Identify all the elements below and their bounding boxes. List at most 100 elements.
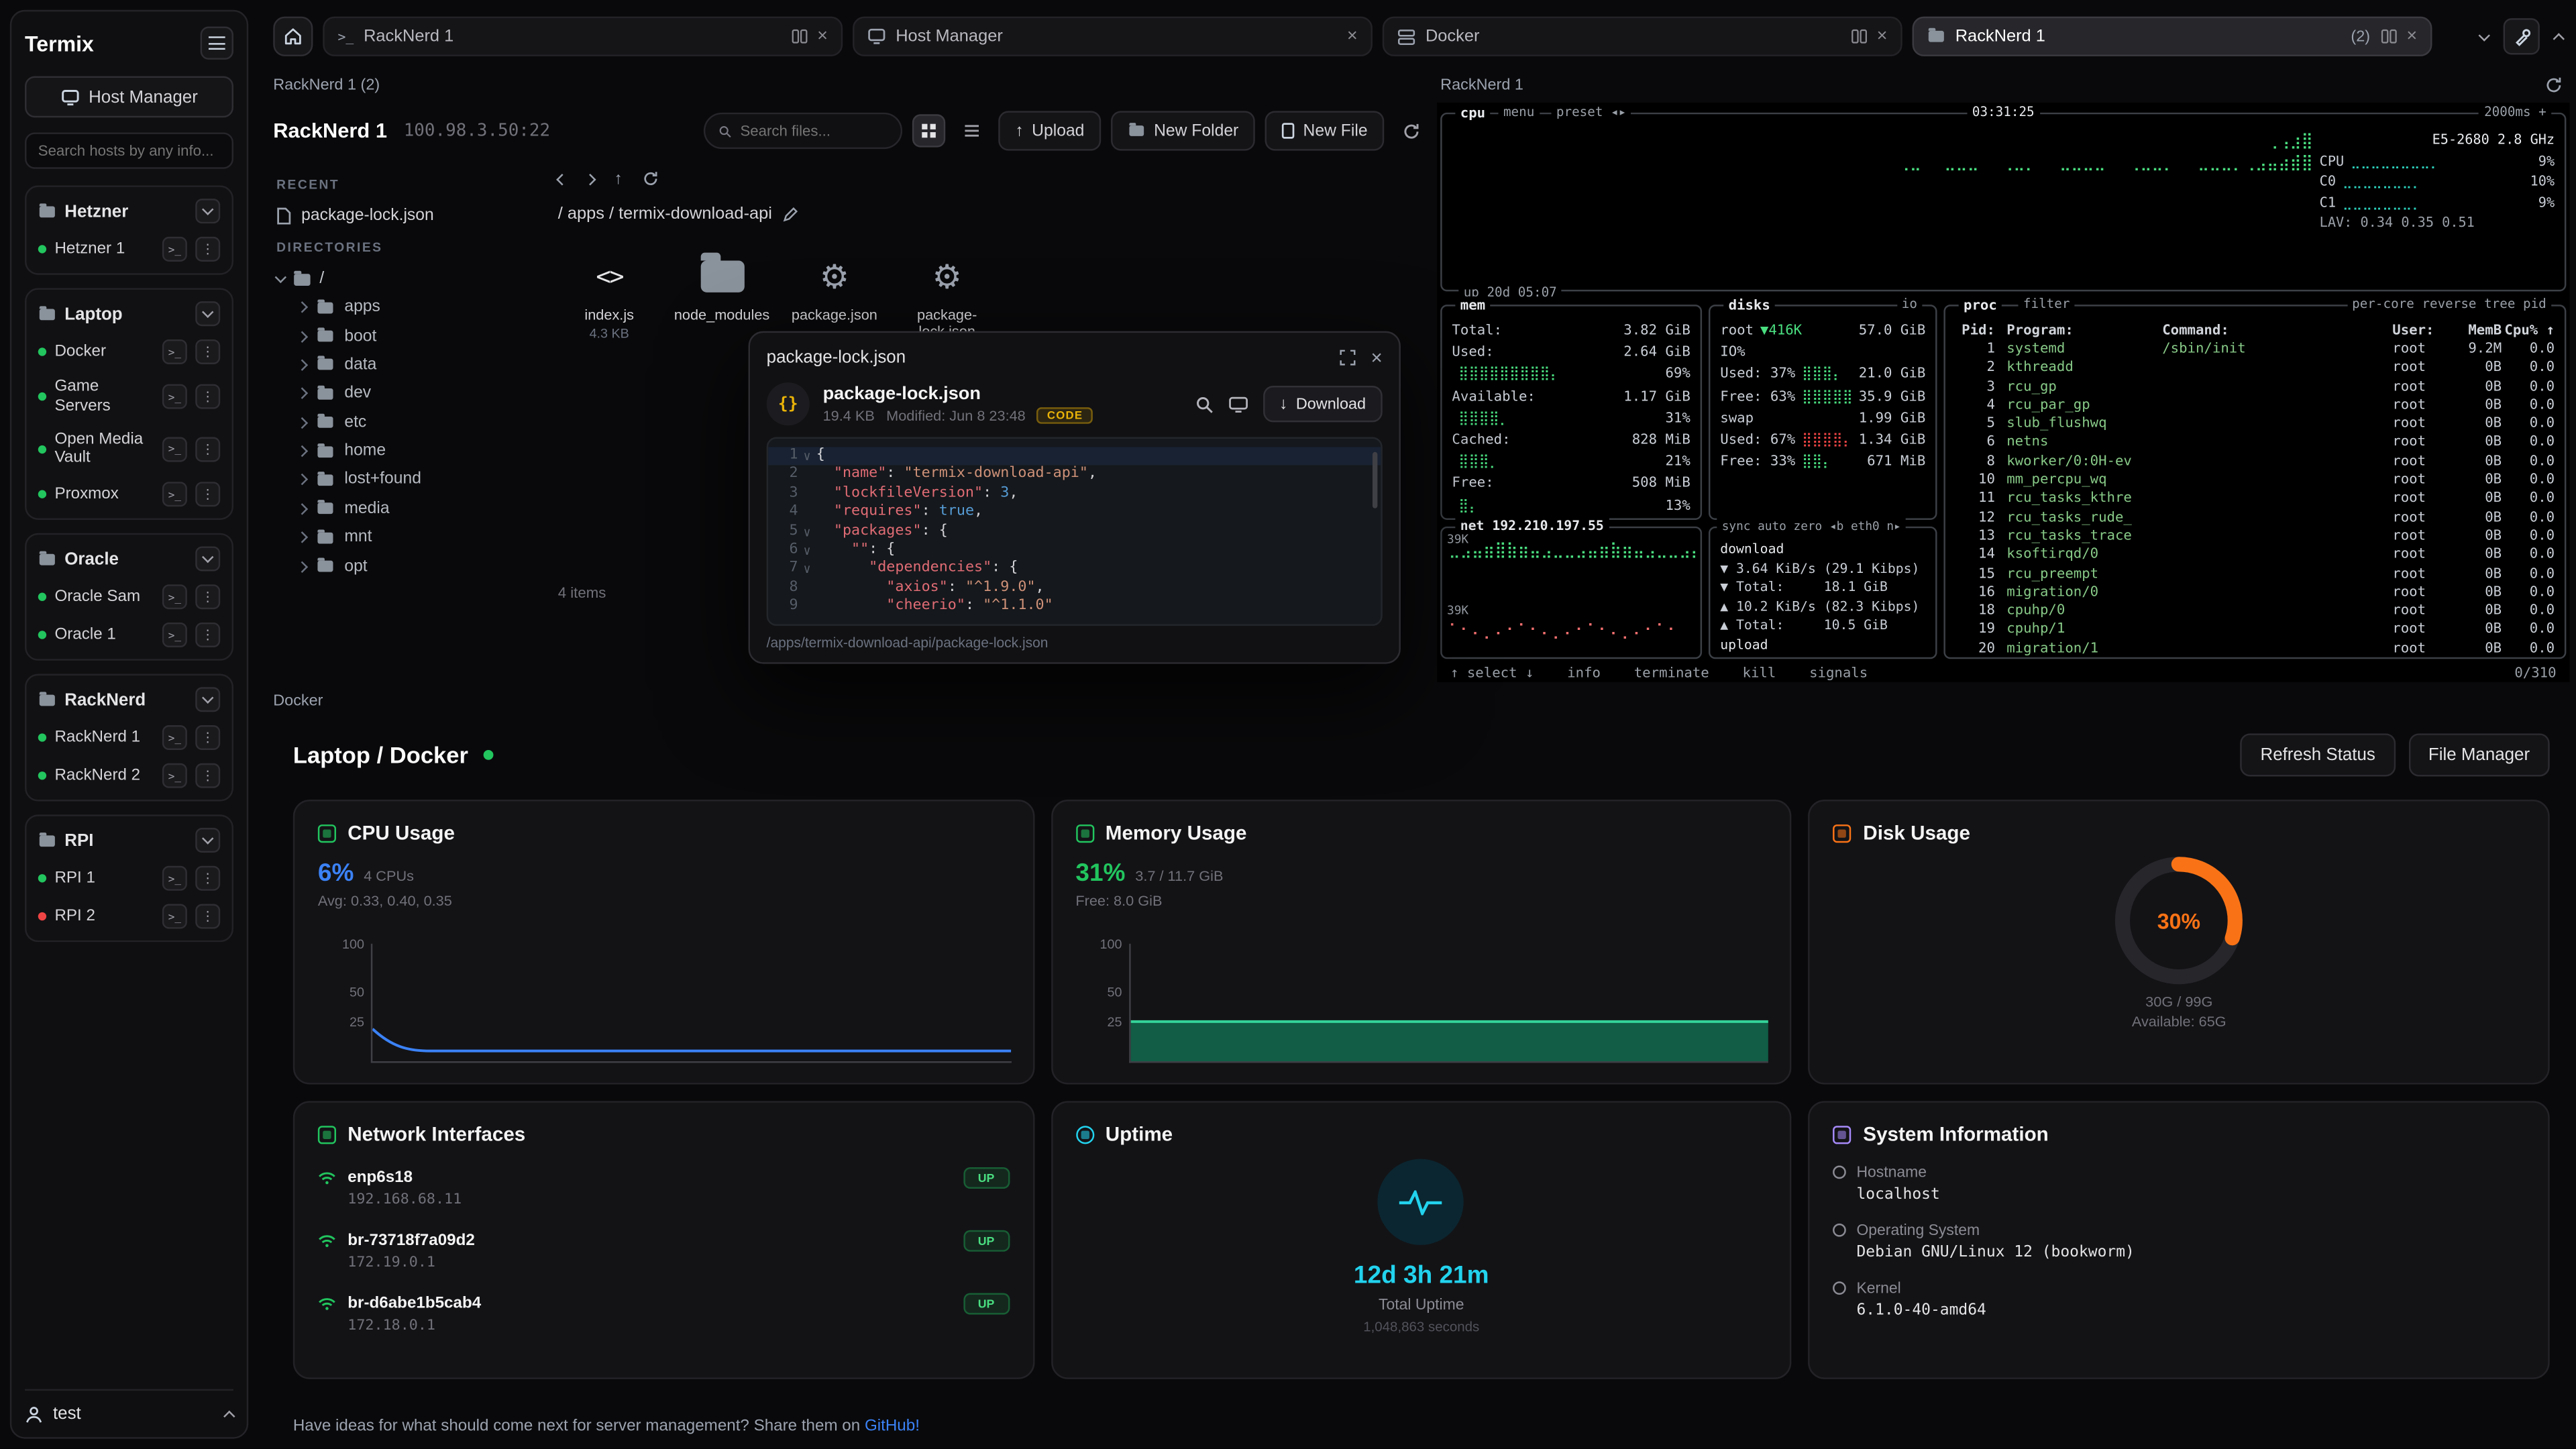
fold-icon[interactable]	[798, 466, 816, 485]
up-directory-icon[interactable]: ↑	[614, 170, 623, 188]
host-manager-button[interactable]: Host Manager	[25, 76, 233, 118]
open-in-editor-icon[interactable]	[1228, 395, 1248, 413]
fold-icon[interactable]: ∨	[798, 523, 816, 541]
code-preview[interactable]: 1 ∨ { 2 "name": "termix-download-api", 3	[767, 437, 1383, 626]
upload-button[interactable]: ↑ Upload	[999, 111, 1101, 150]
directory-item[interactable]: boot	[273, 322, 541, 351]
host-group-header[interactable]: Laptop	[32, 294, 227, 333]
host-item[interactable]: Open Media Vault >_ ⋮	[32, 423, 227, 476]
sidebar-footer[interactable]: test	[25, 1389, 233, 1424]
chevron-up-icon[interactable]	[2553, 33, 2565, 44]
directory-item[interactable]: lost+found	[273, 466, 541, 494]
fold-icon[interactable]	[798, 579, 816, 598]
directory-item[interactable]: etc	[273, 408, 541, 437]
fold-icon[interactable]	[798, 485, 816, 504]
host-group-header[interactable]: Hetzner	[32, 192, 227, 230]
host-terminal-button[interactable]: >_	[162, 584, 187, 609]
new-file-button[interactable]: New File	[1265, 111, 1384, 150]
directory-item[interactable]: home	[273, 437, 541, 466]
file-cell[interactable]: <> ⚙ package-lock.json	[902, 250, 991, 341]
home-button[interactable]	[273, 17, 313, 56]
collapse-group-button[interactable]	[195, 687, 220, 712]
collapse-group-button[interactable]	[195, 828, 220, 853]
host-terminal-button[interactable]: >_	[162, 482, 187, 506]
directory-item[interactable]: mnt	[273, 523, 541, 552]
host-item[interactable]: RackNerd 2 >_ ⋮	[32, 757, 227, 795]
sidebar-menu-button[interactable]	[201, 26, 233, 59]
host-group-header[interactable]: RackNerd	[32, 680, 227, 718]
file-cell[interactable]: <> ⚙ package.json	[790, 250, 879, 341]
directory-item[interactable]: dev	[273, 379, 541, 408]
refresh-icon[interactable]	[643, 170, 659, 187]
file-cell[interactable]: <> ⚙ node_modules	[677, 250, 766, 341]
host-terminal-button[interactable]: >_	[162, 725, 187, 750]
tab-docker[interactable]: Docker ×	[1383, 17, 1902, 56]
host-terminal-button[interactable]: >_	[162, 339, 187, 364]
host-terminal-button[interactable]: >_	[162, 904, 187, 929]
host-item[interactable]: RPI 2 >_ ⋮	[32, 898, 227, 936]
search-hosts-input[interactable]	[25, 132, 233, 168]
fold-icon[interactable]: ∨	[798, 447, 816, 466]
host-menu-button[interactable]: ⋮	[195, 623, 220, 647]
host-item[interactable]: Proxmox >_ ⋮	[32, 475, 227, 513]
fold-icon[interactable]	[798, 598, 816, 617]
fold-icon[interactable]	[798, 504, 816, 523]
tab-host-manager[interactable]: Host Manager ×	[853, 17, 1373, 56]
host-group-header[interactable]: Oracle	[32, 540, 227, 578]
host-terminal-button[interactable]: >_	[162, 384, 187, 409]
directory-item[interactable]: media	[273, 494, 541, 523]
terminal-screen[interactable]: cpu menu preset ◂▸ 03:31:25 2000ms + ⠀⠀⠀…	[1437, 103, 2569, 682]
tab-racknerd1-terminal[interactable]: >_ RackNerd 1 ×	[323, 17, 843, 56]
close-icon[interactable]: ×	[817, 26, 828, 46]
refresh-files-button[interactable]	[1394, 114, 1427, 147]
host-item[interactable]: Docker >_ ⋮	[32, 333, 227, 371]
recent-file-item[interactable]: package-lock.json	[273, 202, 541, 230]
host-item[interactable]: Oracle 1 >_ ⋮	[32, 616, 227, 654]
collapse-group-button[interactable]	[195, 546, 220, 571]
host-menu-button[interactable]: ⋮	[195, 584, 220, 609]
host-menu-button[interactable]: ⋮	[195, 384, 220, 409]
host-group-header[interactable]: RPI	[32, 821, 227, 859]
forward-icon[interactable]	[584, 173, 596, 184]
collapse-group-button[interactable]	[195, 199, 220, 223]
host-terminal-button[interactable]: >_	[162, 623, 187, 647]
directory-item[interactable]: opt	[273, 552, 541, 581]
github-link[interactable]: GitHub!	[865, 1417, 920, 1436]
split-view-icon[interactable]	[791, 28, 808, 45]
host-item[interactable]: RackNerd 1 >_ ⋮	[32, 718, 227, 757]
split-view-icon[interactable]	[2380, 28, 2397, 45]
refresh-status-button[interactable]: Refresh Status	[2241, 733, 2396, 776]
host-terminal-button[interactable]: >_	[162, 237, 187, 262]
directory-item[interactable]: data	[273, 351, 541, 380]
list-view-button[interactable]	[956, 114, 989, 147]
file-cell[interactable]: <> ⚙ index.js 4.3 KB	[565, 250, 654, 341]
host-item[interactable]: Oracle Sam >_ ⋮	[32, 578, 227, 616]
host-menu-button[interactable]: ⋮	[195, 866, 220, 891]
host-terminal-button[interactable]: >_	[162, 866, 187, 891]
host-menu-button[interactable]: ⋮	[195, 482, 220, 506]
sync-icon[interactable]	[2544, 76, 2563, 95]
host-terminal-button[interactable]: >_	[162, 763, 187, 788]
split-view-icon[interactable]	[1850, 28, 1867, 45]
expand-icon[interactable]	[1340, 350, 1356, 366]
close-icon[interactable]: ×	[2406, 26, 2417, 46]
new-folder-button[interactable]: New Folder	[1111, 111, 1255, 150]
back-icon[interactable]	[556, 173, 568, 184]
collapse-group-button[interactable]	[195, 301, 220, 326]
host-menu-button[interactable]: ⋮	[195, 725, 220, 750]
chevron-down-icon[interactable]	[2479, 29, 2490, 40]
chevron-up-icon[interactable]	[223, 1411, 235, 1422]
directory-item[interactable]: apps	[273, 293, 541, 322]
host-terminal-button[interactable]: >_	[162, 437, 187, 462]
fold-icon[interactable]: ∨	[798, 541, 816, 560]
fold-icon[interactable]: ∨	[798, 560, 816, 579]
host-menu-button[interactable]: ⋮	[195, 237, 220, 262]
code-scrollbar[interactable]	[1373, 452, 1377, 508]
close-icon[interactable]: ×	[1877, 26, 1888, 46]
grid-view-button[interactable]	[912, 114, 945, 147]
search-in-file-icon[interactable]	[1195, 395, 1213, 413]
host-menu-button[interactable]: ⋮	[195, 339, 220, 364]
tools-button[interactable]	[2504, 18, 2540, 54]
host-menu-button[interactable]: ⋮	[195, 763, 220, 788]
host-menu-button[interactable]: ⋮	[195, 437, 220, 462]
